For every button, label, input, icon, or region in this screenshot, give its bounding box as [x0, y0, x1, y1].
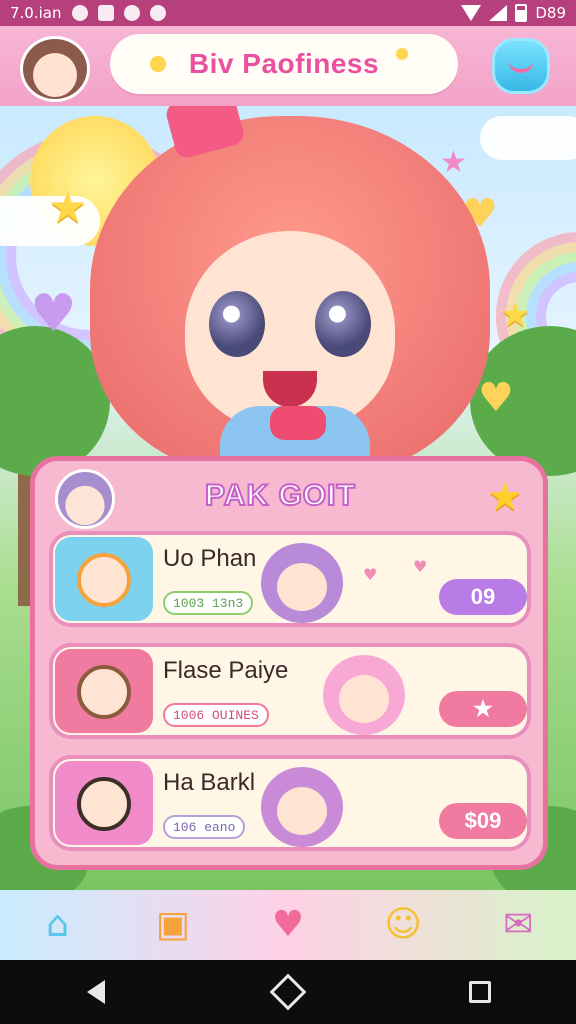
signal-icon: [489, 5, 508, 21]
character-card[interactable]: Ha Barkl 106 eano $09: [49, 755, 531, 851]
status-time: 7.0.ian: [10, 4, 62, 22]
nav-gift-button[interactable]: ▣: [147, 899, 199, 951]
favorite-star-button[interactable]: ★: [483, 474, 527, 520]
home-icon: ⌂: [46, 904, 70, 945]
game-controller-icon: [123, 5, 140, 21]
character-portrait: [77, 665, 131, 719]
panel-avatar: [55, 469, 115, 529]
sparkle-icon: [396, 48, 408, 60]
card-name: Ha Barkl: [163, 769, 256, 796]
nav-heart-button[interactable]: ♥: [262, 899, 314, 951]
card-character-sprite: [261, 543, 343, 623]
card-character-sprite: [261, 767, 343, 847]
status-bar: 7.0.ian D89: [0, 0, 576, 26]
pill-label: $09: [464, 808, 502, 833]
panel-header: PAK GOIT ★: [35, 461, 543, 531]
hero-character: [80, 87, 500, 486]
card-action-pill[interactable]: $09: [439, 803, 527, 839]
status-left: 7.0.ian: [10, 4, 166, 22]
recents-icon: [469, 981, 491, 1003]
alarm-icon: [149, 5, 166, 21]
character-panel: PAK GOIT ★ Uo Phan 1003 13n3 ♥ ♥ 09 Flas…: [30, 456, 548, 870]
nav-smiley-button[interactable]: ☺: [377, 899, 429, 951]
recents-button[interactable]: [460, 972, 500, 1012]
card-thumbnail: [55, 537, 153, 621]
save-icon: [97, 5, 114, 21]
back-icon: [87, 980, 105, 1004]
card-name: Flase Paiye: [163, 657, 289, 684]
hero-face: [185, 231, 395, 431]
heart-icon: ♥: [30, 284, 77, 344]
battery-icon: [515, 4, 528, 22]
character-card[interactable]: Uo Phan 1003 13n3 ♥ ♥ 09: [49, 531, 531, 627]
gift-box-icon: ▣: [155, 904, 190, 945]
card-tag: 1003 13n3: [163, 591, 254, 615]
card-thumbnail: [55, 649, 153, 733]
heart-icon: ♥: [271, 904, 305, 945]
card-character-sprite: [323, 655, 405, 735]
player-avatar[interactable]: [20, 36, 90, 102]
mascot-icon: [508, 59, 534, 73]
home-button[interactable]: [268, 972, 308, 1012]
character-portrait: [77, 553, 131, 607]
heart-icon: ♥: [363, 565, 378, 584]
sparkle-icon: [150, 56, 166, 72]
status-right: D89: [461, 4, 566, 22]
card-tag: 1006 OUINES: [163, 703, 269, 727]
hero-mouth: [263, 371, 317, 407]
notification-icon: [71, 5, 88, 21]
back-button[interactable]: [76, 972, 116, 1012]
card-action-pill[interactable]: 09: [439, 579, 527, 615]
heart-icon: ♥: [413, 557, 428, 576]
hero-ribbon: [270, 406, 326, 440]
mail-icon: ✉: [503, 904, 534, 945]
bottom-nav: ⌂ ▣ ♥ ☺ ✉: [0, 890, 576, 960]
wifi-icon: [461, 5, 482, 21]
battery-text: D89: [535, 4, 566, 22]
nav-mail-button[interactable]: ✉: [492, 899, 544, 951]
game-title: Biv Paofiness: [188, 48, 380, 79]
star-icon: ★: [500, 295, 531, 335]
system-navigation-bar: [0, 960, 576, 1024]
card-name: Uo Phan: [163, 545, 257, 572]
home-icon: [269, 973, 307, 1011]
mascot-button[interactable]: [492, 38, 550, 94]
top-header: Biv Paofiness: [0, 26, 576, 106]
title-banner: Biv Paofiness: [110, 34, 458, 94]
card-tag: 106 eano: [163, 815, 246, 839]
card-action-pill[interactable]: ★: [439, 691, 527, 727]
pill-label: 09: [470, 584, 496, 609]
hero-eye-left: [209, 291, 265, 357]
nav-home-button[interactable]: ⌂: [32, 899, 84, 951]
card-thumbnail: [55, 761, 153, 845]
smiley-icon: ☺: [384, 904, 422, 945]
panel-title: PAK GOIT: [204, 478, 356, 513]
pill-label: ★: [473, 696, 493, 721]
character-card[interactable]: Flase Paiye 1006 OUINES ★: [49, 643, 531, 739]
hero-eye-right: [315, 291, 371, 357]
character-portrait: [77, 777, 131, 831]
